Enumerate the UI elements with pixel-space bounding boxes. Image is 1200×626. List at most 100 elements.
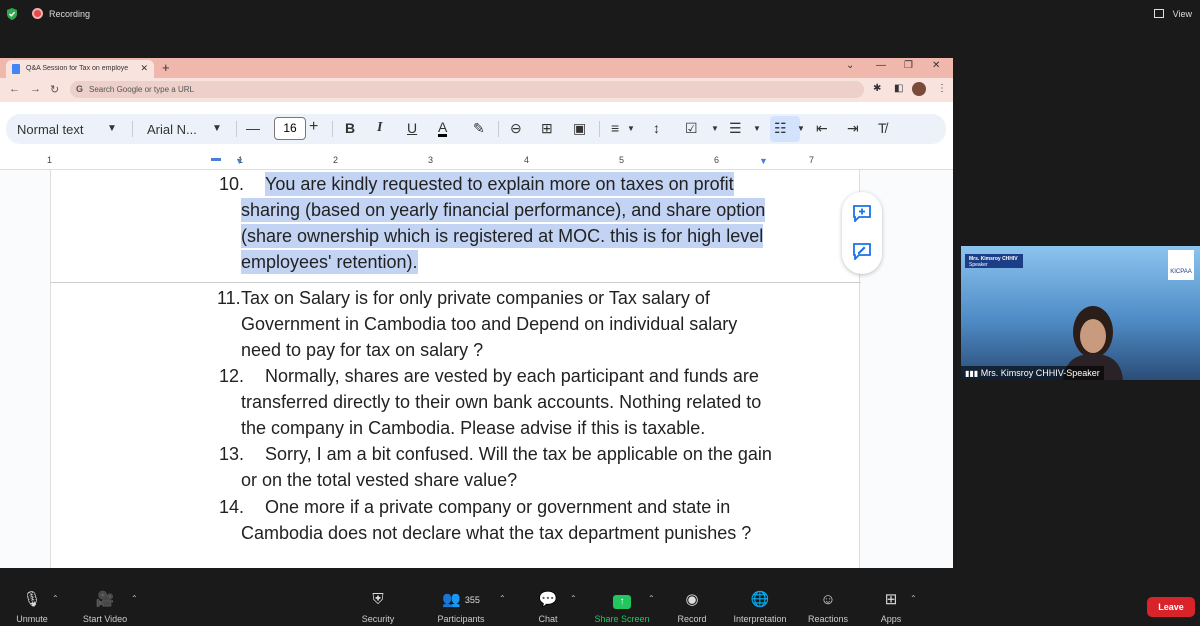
- address-bar: ← → ↻ G Search Google or type a URL ✱ ◧ …: [0, 78, 953, 102]
- text-color-icon[interactable]: A: [438, 120, 448, 137]
- menu-icon[interactable]: ⋮: [937, 83, 947, 94]
- start-video-label: Start Video: [82, 614, 128, 624]
- list-item-line: Government in Cambodia too and Depend on…: [241, 314, 738, 334]
- chevron-down-icon[interactable]: ▼: [107, 123, 117, 134]
- suggest-edits-icon[interactable]: [852, 242, 872, 260]
- back-icon[interactable]: ←: [9, 83, 20, 95]
- font-select[interactable]: Arial N...: [147, 122, 197, 137]
- zoom-control-bar: 🎙 Unmute ⌃ 🎥 Start Video ⌃ ⛨ Security 👥 …: [0, 568, 1200, 626]
- ruler-number: 1: [47, 155, 53, 165]
- chat-button[interactable]: 💬 Chat: [530, 590, 566, 624]
- participants-options-caret[interactable]: ⌃: [499, 594, 506, 603]
- chevron-down-icon[interactable]: ▼: [753, 124, 761, 133]
- participant-name: Mrs. Kimsroy CHHIV-Speaker: [980, 368, 1100, 378]
- add-comment-icon[interactable]: ⊞: [541, 120, 553, 137]
- increase-indent-icon[interactable]: ⇥: [847, 120, 859, 137]
- list-number: 14.: [219, 497, 245, 517]
- clear-formatting-icon[interactable]: T̸: [878, 120, 887, 136]
- tab-bar: Q&A Session for Tax on employe ✕ + ⌄ — ❐…: [0, 58, 953, 78]
- checklist-icon[interactable]: ☑: [685, 120, 698, 137]
- shield-icon: ⛨: [372, 591, 384, 608]
- video-options-caret[interactable]: ⌃: [131, 594, 138, 603]
- new-tab-button[interactable]: +: [162, 60, 170, 75]
- chevron-down-icon[interactable]: ▼: [711, 124, 719, 133]
- increase-font-icon[interactable]: +: [309, 118, 318, 136]
- audio-options-caret[interactable]: ⌃: [52, 594, 59, 603]
- extensions-icon[interactable]: ✱: [873, 83, 881, 94]
- italic-icon[interactable]: I: [377, 120, 382, 136]
- highlight-pen-icon[interactable]: ✎: [473, 120, 485, 137]
- add-comment-icon[interactable]: [852, 204, 872, 222]
- profile-avatar[interactable]: [912, 82, 926, 96]
- speaker-video-tile[interactable]: Mrs. Kimsroy CHHIV Speaker KICPAA ▮▮▮ Mr…: [961, 246, 1200, 380]
- globe-icon: 🌐: [750, 591, 770, 608]
- apps-button[interactable]: ⊞ Apps: [876, 590, 906, 624]
- numbered-list-icon[interactable]: ☷: [774, 120, 787, 137]
- close-tab-icon[interactable]: ✕: [140, 63, 148, 74]
- font-size-input[interactable]: 16: [274, 117, 306, 140]
- right-indent-marker[interactable]: ▼: [759, 156, 768, 166]
- leave-button[interactable]: Leave: [1147, 597, 1195, 617]
- forward-icon[interactable]: →: [30, 83, 41, 95]
- apps-label: Apps: [880, 614, 902, 624]
- align-icon[interactable]: ≡: [611, 120, 619, 136]
- record-icon: ◉: [685, 591, 699, 608]
- tab-title: Q&A Session for Tax on employe: [26, 65, 129, 72]
- reactions-button[interactable]: ☺ Reactions: [805, 590, 851, 624]
- insert-image-icon[interactable]: ▣: [573, 120, 586, 137]
- recording-label: Recording: [49, 9, 91, 19]
- participants-label: Participants: [437, 614, 485, 624]
- apps-options-caret[interactable]: ⌃: [910, 594, 917, 603]
- view-icon[interactable]: [1154, 9, 1164, 18]
- underline-icon[interactable]: U: [407, 120, 417, 136]
- interpretation-button[interactable]: 🌐 Interpretation: [728, 590, 792, 624]
- minimize-icon[interactable]: —: [876, 60, 886, 71]
- record-button[interactable]: ◉ Record: [674, 590, 710, 624]
- close-window-icon[interactable]: ✕: [932, 60, 940, 71]
- decrease-font-icon[interactable]: —: [246, 120, 260, 136]
- bold-icon[interactable]: B: [345, 120, 355, 136]
- speaker-banner: Mrs. Kimsroy CHHIV Speaker: [965, 254, 1023, 268]
- ruler-number: 5: [619, 155, 625, 165]
- chevron-down-icon[interactable]: ▼: [797, 124, 805, 133]
- tab-search-icon[interactable]: ⌄: [846, 60, 854, 71]
- left-indent-marker[interactable]: ▼: [235, 156, 244, 166]
- divider: [498, 121, 499, 137]
- list-item-line: One more if a private company or governm…: [265, 497, 731, 517]
- recording-icon: [32, 8, 43, 19]
- ruler: 1 1 2 3 4 5 6 7 ▼ ▼: [0, 152, 953, 170]
- chevron-down-icon[interactable]: ▼: [627, 124, 635, 133]
- bulleted-list-icon[interactable]: ☰: [729, 120, 742, 137]
- chevron-down-icon[interactable]: ▼: [212, 123, 222, 134]
- line-spacing-icon[interactable]: ↕: [653, 120, 660, 136]
- chat-options-caret[interactable]: ⌃: [570, 594, 577, 603]
- list-item-line: Sorry, I am a bit confused. Will the tax…: [265, 444, 772, 464]
- security-button[interactable]: ⛨ Security: [356, 590, 400, 624]
- start-video-button[interactable]: 🎥 Start Video: [78, 590, 132, 624]
- maximize-icon[interactable]: ❐: [904, 60, 913, 71]
- share-screen-button[interactable]: ↑ Share Screen: [592, 590, 652, 624]
- omnibox[interactable]: G Search Google or type a URL: [70, 81, 864, 98]
- share-options-caret[interactable]: ⌃: [648, 594, 655, 603]
- browser-tab[interactable]: Q&A Session for Tax on employe ✕: [6, 60, 154, 78]
- reload-icon[interactable]: ↻: [50, 83, 59, 96]
- floating-side-actions: [842, 192, 882, 274]
- decrease-indent-icon[interactable]: ⇤: [816, 120, 828, 137]
- first-line-indent-handle[interactable]: [211, 158, 221, 161]
- list-number: 10.: [219, 174, 245, 194]
- list-item-line: or on the total vested share value?: [241, 470, 518, 490]
- participant-name-label: ▮▮▮ Mrs. Kimsroy CHHIV-Speaker: [961, 366, 1104, 380]
- view-button[interactable]: View: [1173, 9, 1192, 19]
- link-icon[interactable]: ⊖: [510, 120, 522, 137]
- record-label: Record: [677, 614, 707, 624]
- participants-button[interactable]: 👥 355 Participants: [430, 590, 492, 624]
- docs-icon: [12, 64, 20, 74]
- zoom-top-bar: Recording View: [0, 0, 1200, 28]
- sidepanel-icon[interactable]: ◧: [894, 83, 903, 94]
- unmute-button[interactable]: 🎙 Unmute: [12, 590, 52, 624]
- ruler-number: 7: [809, 155, 815, 165]
- browser-window: Q&A Session for Tax on employe ✕ + ⌄ — ❐…: [0, 58, 953, 568]
- share-screen-label: Share Screen: [594, 614, 650, 624]
- document-page[interactable]: 10. You are kindly requested to explain …: [50, 170, 861, 568]
- paragraph-style-select[interactable]: Normal text: [17, 122, 83, 137]
